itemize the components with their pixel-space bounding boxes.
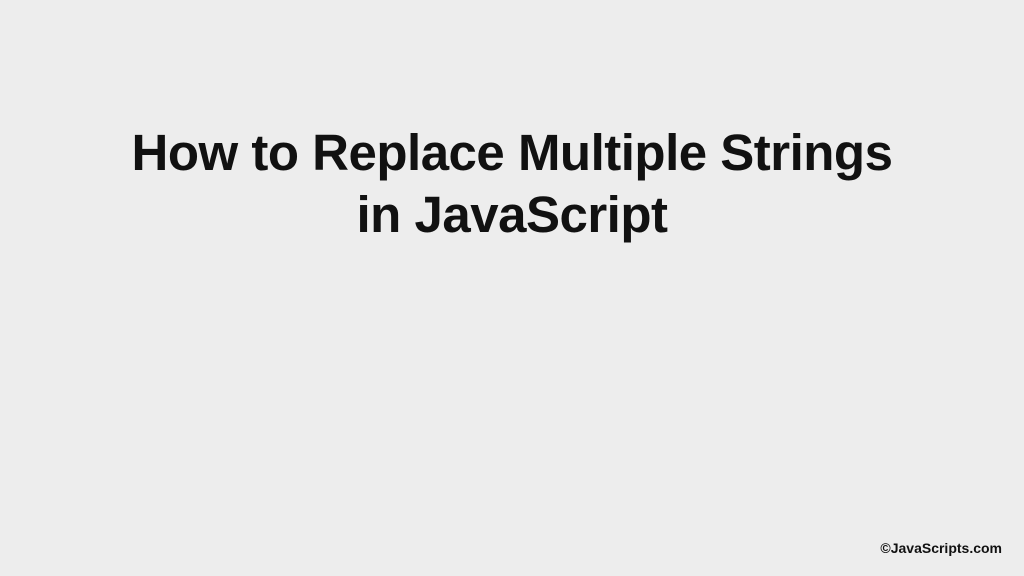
page-title: How to Replace Multiple Strings in JavaS…	[122, 122, 902, 246]
attribution-text: ©JavaScripts.com	[880, 540, 1002, 556]
